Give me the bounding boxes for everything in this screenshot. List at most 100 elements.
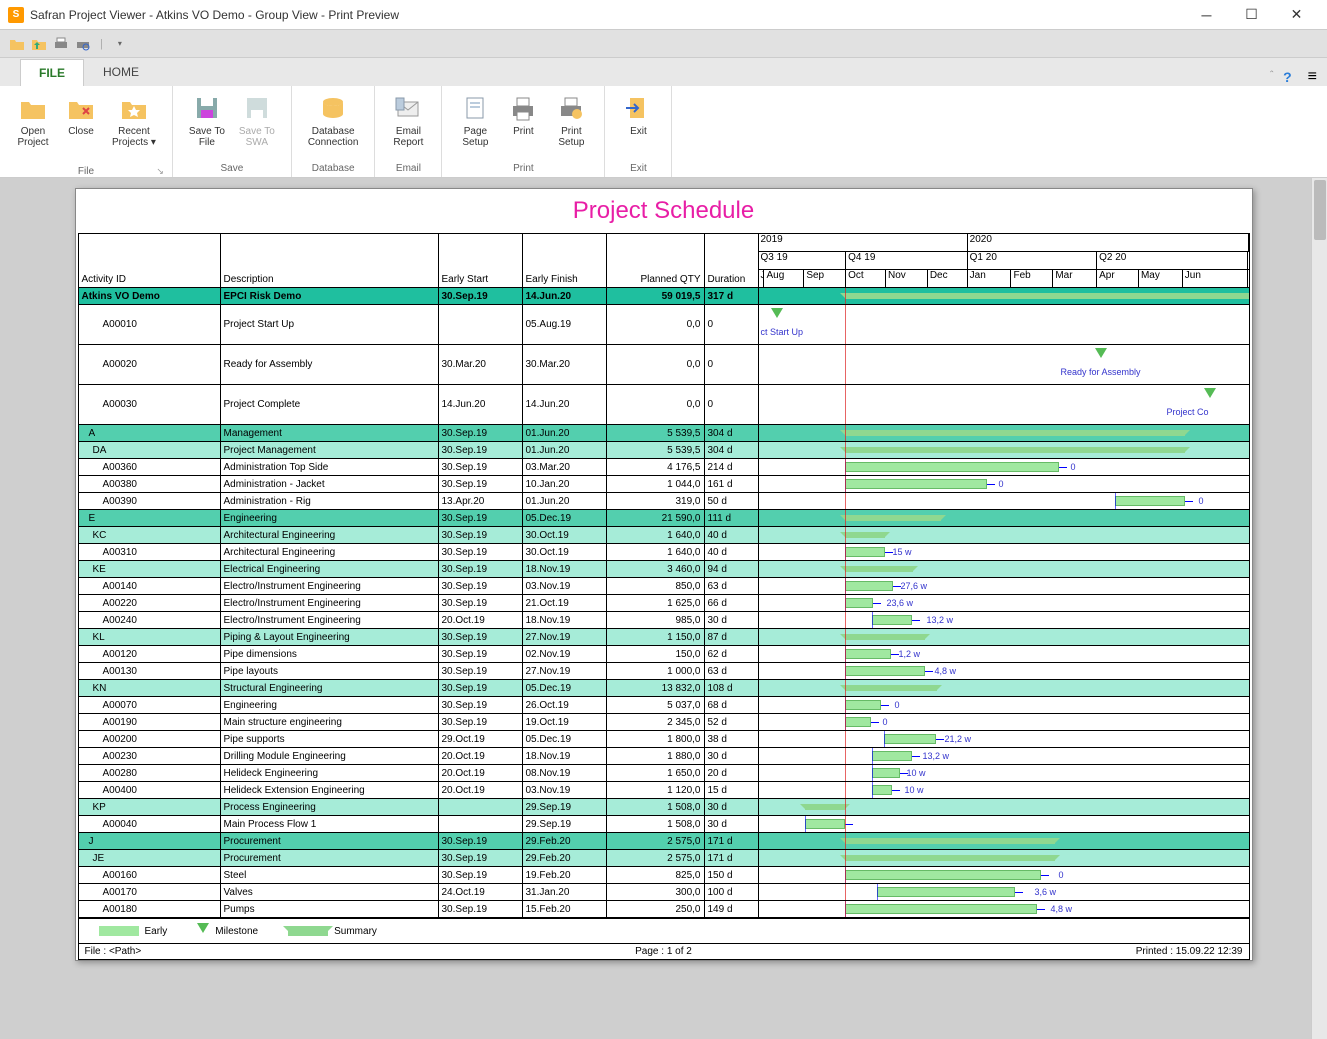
cell-gantt — [759, 833, 1249, 849]
cell-early-start: 20.Oct.19 — [439, 782, 523, 798]
print-button[interactable]: Print — [500, 90, 546, 139]
cell-activity-id: A00240 — [79, 612, 221, 628]
cell-early-start: 13.Apr.20 — [439, 493, 523, 509]
hamburger-icon[interactable]: ≡ — [1308, 68, 1317, 86]
page-footer: File : <Path> Page : 1 of 2 Printed : 15… — [78, 944, 1250, 960]
qat-open-icon[interactable] — [8, 35, 26, 53]
cell-gantt — [759, 442, 1249, 458]
qat-print-preview-icon[interactable] — [74, 35, 92, 53]
dependency-line — [884, 731, 885, 747]
maximize-button[interactable]: ☐ — [1229, 1, 1274, 29]
gantt-bar — [872, 768, 900, 778]
qat-print-icon[interactable] — [52, 35, 70, 53]
close-window-button[interactable]: ✕ — [1274, 1, 1319, 29]
minimize-button[interactable]: ─ — [1184, 1, 1229, 29]
email-button[interactable]: EmailReport — [385, 90, 431, 150]
col-header-timeline: 20192020Q3 19Q4 19Q1 20Q2 20JAugSepOctNo… — [759, 234, 1249, 287]
cell-early-start: 30.Sep.19 — [439, 646, 523, 662]
preview-area[interactable]: Project Schedule Activity ID Description… — [0, 178, 1327, 1039]
gantt-bar — [845, 700, 881, 710]
cell-planned-qty: 1 508,0 — [607, 816, 705, 832]
qat-open2-icon[interactable] — [30, 35, 48, 53]
cell-early-finish: 21.Oct.19 — [523, 595, 607, 611]
cell-description: Helideck Extension Engineering — [221, 782, 439, 798]
cell-planned-qty: 319,0 — [607, 493, 705, 509]
cell-activity-id: A00180 — [79, 901, 221, 917]
file-group-launcher[interactable]: ↘ — [156, 166, 164, 177]
col-header-early-finish: Early Finish — [523, 234, 607, 287]
psetup-button[interactable]: PageSetup — [452, 90, 498, 150]
gantt-bar — [805, 819, 845, 829]
cell-early-start: 30.Sep.19 — [439, 561, 523, 577]
gantt-bar — [877, 887, 1015, 897]
cell-description: Pipe supports — [221, 731, 439, 747]
gantt-bar — [845, 717, 871, 727]
cell-early-start: 30.Sep.19 — [439, 578, 523, 594]
cell-early-finish: 01.Jun.20 — [523, 493, 607, 509]
legend-early: Early — [99, 926, 168, 937]
collapse-ribbon-icon[interactable]: ＾ — [1266, 69, 1277, 85]
cell-early-finish: 30.Oct.19 — [523, 544, 607, 560]
table-row: JProcurement30.Sep.1929.Feb.202 575,0171… — [79, 833, 1249, 850]
cell-activity-id: KN — [79, 680, 221, 696]
gantt-summary-bar — [845, 685, 937, 691]
cell-early-finish: 18.Nov.19 — [523, 748, 607, 764]
tab-home[interactable]: HOME — [84, 58, 158, 86]
cell-early-start: 24.Oct.19 — [439, 884, 523, 900]
prsetup-button[interactable]: PrintSetup — [548, 90, 594, 150]
table-row: KCArchitectural Engineering30.Sep.1930.O… — [79, 527, 1249, 544]
cell-gantt — [759, 816, 1249, 832]
open-button[interactable]: OpenProject — [10, 90, 56, 150]
recent-button[interactable]: RecentProjects ▾ — [106, 90, 162, 150]
timeline-month: Oct — [846, 270, 886, 288]
cell-gantt: 27,6 w — [759, 578, 1249, 594]
cell-planned-qty: 2 345,0 — [607, 714, 705, 730]
status-date-line — [845, 476, 846, 492]
cell-duration: 150 d — [705, 867, 759, 883]
cell-activity-id: A00280 — [79, 765, 221, 781]
gantt-bar — [1115, 496, 1185, 506]
tab-file[interactable]: FILE — [20, 59, 84, 86]
ribbon-group-print: PageSetupPrintPrintSetupPrint — [442, 86, 605, 177]
cell-duration: 52 d — [705, 714, 759, 730]
status-date-line — [845, 714, 846, 730]
cell-description: Ready for Assembly — [221, 345, 439, 384]
table-row: A00310Architectural Engineering30.Sep.19… — [79, 544, 1249, 561]
gantt-summary-bar — [845, 838, 1055, 844]
table-row: DAProject Management30.Sep.1901.Jun.205 … — [79, 442, 1249, 459]
cell-planned-qty: 0,0 — [607, 345, 705, 384]
scrollbar-thumb[interactable] — [1314, 180, 1326, 240]
gantt-bar-label: 10 w — [905, 785, 924, 795]
status-date-line — [845, 748, 846, 764]
cell-activity-id: A00310 — [79, 544, 221, 560]
savefile-button[interactable]: Save ToFile — [183, 90, 231, 150]
table-row: A00220Electro/Instrument Engineering30.S… — [79, 595, 1249, 612]
close-button[interactable]: Close — [58, 90, 104, 139]
cell-duration: 171 d — [705, 833, 759, 849]
cell-early-finish: 18.Nov.19 — [523, 612, 607, 628]
qat-customize-dropdown[interactable]: ▾ — [111, 35, 129, 53]
table-row: AManagement30.Sep.1901.Jun.205 539,5304 … — [79, 425, 1249, 442]
cell-gantt: 10 w — [759, 782, 1249, 798]
cell-description: Valves — [221, 884, 439, 900]
cell-planned-qty: 250,0 — [607, 901, 705, 917]
legend-summary: Summary — [288, 926, 377, 937]
timeline-month: Dec — [928, 270, 968, 288]
cell-description: Electrical Engineering — [221, 561, 439, 577]
cell-early-start: 14.Jun.20 — [439, 385, 523, 424]
exit-button[interactable]: Exit — [615, 90, 661, 139]
table-row: A00360Administration Top Side30.Sep.1903… — [79, 459, 1249, 476]
gantt-summary-bar — [805, 804, 845, 810]
vertical-scrollbar[interactable] — [1311, 178, 1327, 1039]
help-icon[interactable]: ? — [1283, 69, 1292, 85]
cell-description: Main structure engineering — [221, 714, 439, 730]
ribbon-tabbar: FILE HOME ＾ ? ≡ — [0, 58, 1327, 86]
cell-description: Architectural Engineering — [221, 527, 439, 543]
table-row: A00240Electro/Instrument Engineering20.O… — [79, 612, 1249, 629]
gantt-bar — [872, 785, 892, 795]
status-date-line — [845, 629, 846, 645]
dbconn-button[interactable]: DatabaseConnection — [302, 90, 365, 150]
cell-early-start: 20.Oct.19 — [439, 612, 523, 628]
cell-activity-id: A — [79, 425, 221, 441]
cell-activity-id: KC — [79, 527, 221, 543]
